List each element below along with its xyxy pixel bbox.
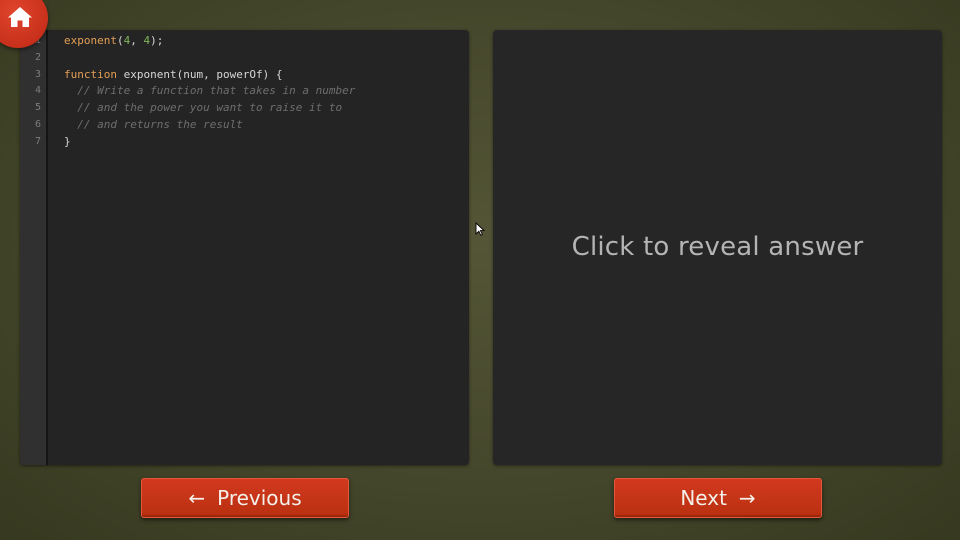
code-line: function exponent(num, powerOf) { bbox=[64, 67, 463, 84]
code-token-fn: exponent bbox=[64, 34, 117, 47]
code-token-comment: // and returns the result bbox=[64, 117, 243, 131]
code-line: exponent(4, 4); bbox=[64, 33, 463, 50]
reveal-answer-text: Click to reveal answer bbox=[571, 232, 864, 262]
code-line: } bbox=[64, 134, 463, 151]
line-number-gutter: 1234567 bbox=[20, 30, 48, 465]
mouse-cursor-icon bbox=[475, 222, 485, 236]
line-number: 7 bbox=[34, 135, 41, 147]
next-button-label: Next bbox=[680, 486, 727, 510]
line-number: 3 bbox=[34, 68, 41, 80]
line-number: 6 bbox=[34, 118, 41, 130]
code-token-comment: // Write a function that takes in a numb… bbox=[64, 84, 356, 98]
line-number: 5 bbox=[34, 102, 41, 114]
line-number: 4 bbox=[34, 85, 41, 97]
code-token-plain: ); bbox=[150, 34, 164, 47]
code-line: // and returns the result bbox=[64, 117, 463, 134]
reveal-answer-panel[interactable]: Click to reveal answer bbox=[493, 30, 942, 465]
next-button[interactable]: Next → bbox=[614, 478, 822, 518]
code-token-plain: , bbox=[130, 34, 144, 47]
arrow-left-icon: ← bbox=[188, 486, 206, 510]
code-token-plain: ( bbox=[116, 34, 124, 47]
code-token-kw: function bbox=[64, 67, 117, 81]
code-line: // and the power you want to raise it to bbox=[64, 100, 463, 117]
code-token-comment: // and the power you want to raise it to bbox=[64, 101, 343, 115]
code-editor[interactable]: 1234567 exponent(4, 4); function exponent… bbox=[20, 30, 469, 465]
code-line: // Write a function that takes in a numb… bbox=[64, 83, 463, 100]
code-area[interactable]: exponent(4, 4); function exponent(num, po… bbox=[64, 33, 463, 151]
previous-button[interactable]: ← Previous bbox=[141, 478, 349, 518]
code-token-plain: } bbox=[64, 134, 71, 148]
previous-button-label: Previous bbox=[217, 486, 302, 510]
code-token-plain: exponent(num, powerOf) { bbox=[116, 67, 283, 81]
home-icon bbox=[8, 7, 32, 27]
line-number: 2 bbox=[34, 51, 41, 63]
arrow-right-icon: → bbox=[738, 486, 756, 510]
